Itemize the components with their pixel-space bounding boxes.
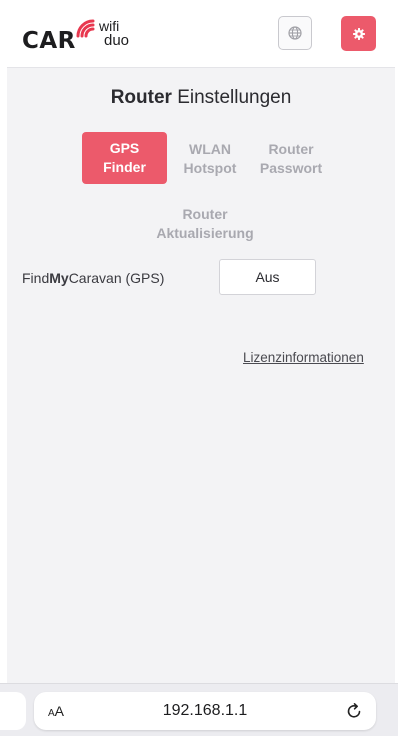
carwifi-logo: CAR wifi duo [22,16,162,56]
wifi-waves-icon [76,19,95,38]
previous-tab-preview[interactable] [0,692,26,730]
logo-duo-text: duo [104,32,130,49]
label-suffix: Caravan (GPS) [68,270,165,286]
findmycaravan-label: FindMyCaravan (GPS) [22,270,164,286]
browser-toolbar: AA 192.168.1.1 [0,683,398,736]
label-strong: My [49,270,69,286]
tab-gps-finder[interactable]: GPS Finder [82,132,167,184]
page-title: Router Einstellungen [7,87,395,109]
tab-router-passwort[interactable]: Router Passwort [251,140,331,178]
title-rest: Einstellungen [177,87,292,108]
page: CAR wifi duo Router Einstellungen GPS Fi… [7,0,395,736]
label-prefix: Find [22,270,50,286]
app-header: CAR wifi duo [7,0,395,68]
address-bar[interactable]: AA 192.168.1.1 [34,692,376,730]
gps-toggle-button[interactable]: Aus [219,259,316,295]
license-info-link[interactable]: Lizenzinformationen [243,350,364,365]
tab-wlan-hotspot[interactable]: WLAN Hotspot [175,140,245,178]
title-bold: Router [110,87,172,108]
settings-button[interactable] [341,16,376,51]
globe-icon [288,26,302,40]
logo-car-text: CAR [22,28,76,54]
tab-router-aktualisierung[interactable]: Router Aktualisierung [135,205,275,243]
language-button[interactable] [278,16,312,50]
url-text: 192.168.1.1 [162,702,248,719]
gear-icon [352,27,365,40]
reload-icon[interactable] [344,701,364,721]
